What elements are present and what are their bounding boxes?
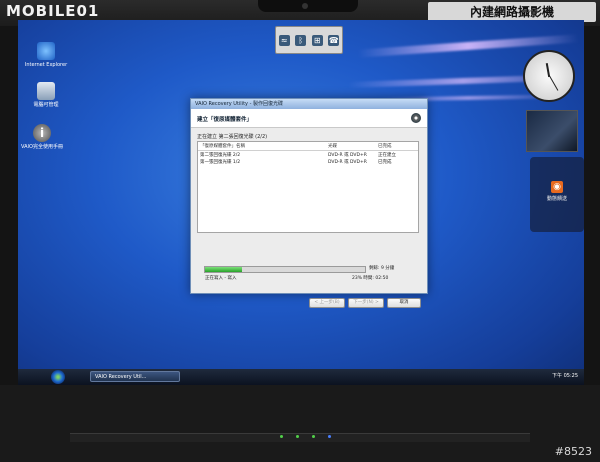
- remaining-time: 剩餘: 9 分鐘: [369, 266, 395, 271]
- brand-watermark: MOBILE01: [6, 2, 100, 20]
- desktop-icon-label: VAIO完全使用手冊: [21, 144, 63, 150]
- desktop-icon-label: 電腦可管理: [33, 102, 59, 108]
- computer-icon: [37, 82, 55, 100]
- bluetooth-icon[interactable]: ᛒ: [295, 34, 307, 46]
- desktop-screen: ≈ ᛒ ⊞ ☎ Internet Explorer 電腦可管理 i VAIO完全…: [18, 20, 584, 385]
- disc-icon: [411, 113, 421, 123]
- taskbar-item-recovery[interactable]: VAIO Recovery Util...: [90, 371, 180, 382]
- status-led: [280, 435, 283, 438]
- taskbar: VAIO Recovery Util... 下午 05:25: [18, 369, 584, 385]
- progress-bar: [204, 266, 366, 273]
- column-header-state[interactable]: 已完成: [378, 143, 392, 149]
- dialog-status-text: 正在建立 第二張回復光碟 (2/2): [197, 134, 268, 140]
- row-name: 第一張回復光碟 1/2: [200, 160, 241, 165]
- progress-status: 正在寫入 - 寫入: [205, 276, 237, 281]
- quick-launch-panel[interactable]: ≈ ᛒ ⊞ ☎: [275, 26, 343, 54]
- wireless-icon[interactable]: ≈: [278, 34, 290, 46]
- dialog-heading: 建立「復原媒體套件」: [197, 117, 253, 123]
- status-led: [328, 435, 331, 438]
- row-state: 已完成: [378, 160, 392, 165]
- tray-clock[interactable]: 下午 05:25: [552, 372, 578, 379]
- desktop-icon-computer[interactable]: 電腦可管理: [24, 82, 68, 108]
- row-media: DVD-R 或 DVD+R: [328, 160, 367, 165]
- desktop-icon-info[interactable]: i VAIO完全使用手冊: [20, 124, 64, 150]
- column-header-name[interactable]: 「復原媒體套件」名稱: [200, 143, 245, 149]
- start-button[interactable]: [51, 370, 65, 384]
- desktop-icon-ie[interactable]: Internet Explorer: [24, 42, 68, 68]
- column-header-media[interactable]: 光碟: [328, 143, 337, 149]
- media-list[interactable]: 「復原媒體套件」名稱 光碟 已完成 第二張回復光碟 2/2 DVD-R 或 DV…: [197, 141, 419, 233]
- slideshow-gadget[interactable]: [526, 110, 578, 152]
- dialog-header: 建立「復原媒體套件」: [191, 109, 427, 128]
- progress-fill: [205, 267, 242, 272]
- photo-counter: #8523: [554, 445, 592, 458]
- webcam-caption: 內建網路攝影機: [428, 2, 596, 22]
- phone-icon[interactable]: ☎: [328, 34, 340, 46]
- list-header: 「復原媒體套件」名稱 光碟 已完成: [198, 142, 418, 151]
- status-led: [312, 435, 315, 438]
- feed-label: 動態饋送: [546, 196, 567, 202]
- webcam-icon: [302, 3, 308, 9]
- feed-gadget[interactable]: ◉ 動態饋送: [530, 157, 584, 232]
- recovery-dialog[interactable]: VAIO Recovery Utility - 製作回復光碟 建立「復原媒體套件…: [190, 98, 428, 308]
- back-button[interactable]: < 上一步(B): [309, 298, 345, 308]
- status-led: [296, 435, 299, 438]
- desktop-icon-label: Internet Explorer: [24, 62, 68, 68]
- network-icon[interactable]: ⊞: [311, 34, 323, 46]
- laptop-hinge: [70, 433, 530, 442]
- list-item[interactable]: 第一張回復光碟 1/2 DVD-R 或 DVD+R 已完成: [198, 158, 418, 165]
- elapsed-time: 23% 時間: 02:50: [352, 276, 389, 281]
- rss-icon: ◉: [551, 181, 563, 193]
- laptop-bottom-bezel: #8523: [0, 385, 600, 462]
- list-item[interactable]: 第二張回復光碟 2/2 DVD-R 或 DVD+R 正在建立: [198, 151, 418, 158]
- clock-gadget[interactable]: [523, 50, 575, 102]
- info-icon: i: [33, 124, 51, 142]
- dialog-titlebar[interactable]: VAIO Recovery Utility - 製作回復光碟: [191, 99, 427, 109]
- next-button[interactable]: 下一步(N) >: [348, 298, 384, 308]
- webcam-bar: [258, 0, 358, 12]
- internet-explorer-icon: [37, 42, 55, 60]
- clock-minute-hand: [548, 74, 559, 91]
- cancel-button[interactable]: 取消: [387, 298, 421, 308]
